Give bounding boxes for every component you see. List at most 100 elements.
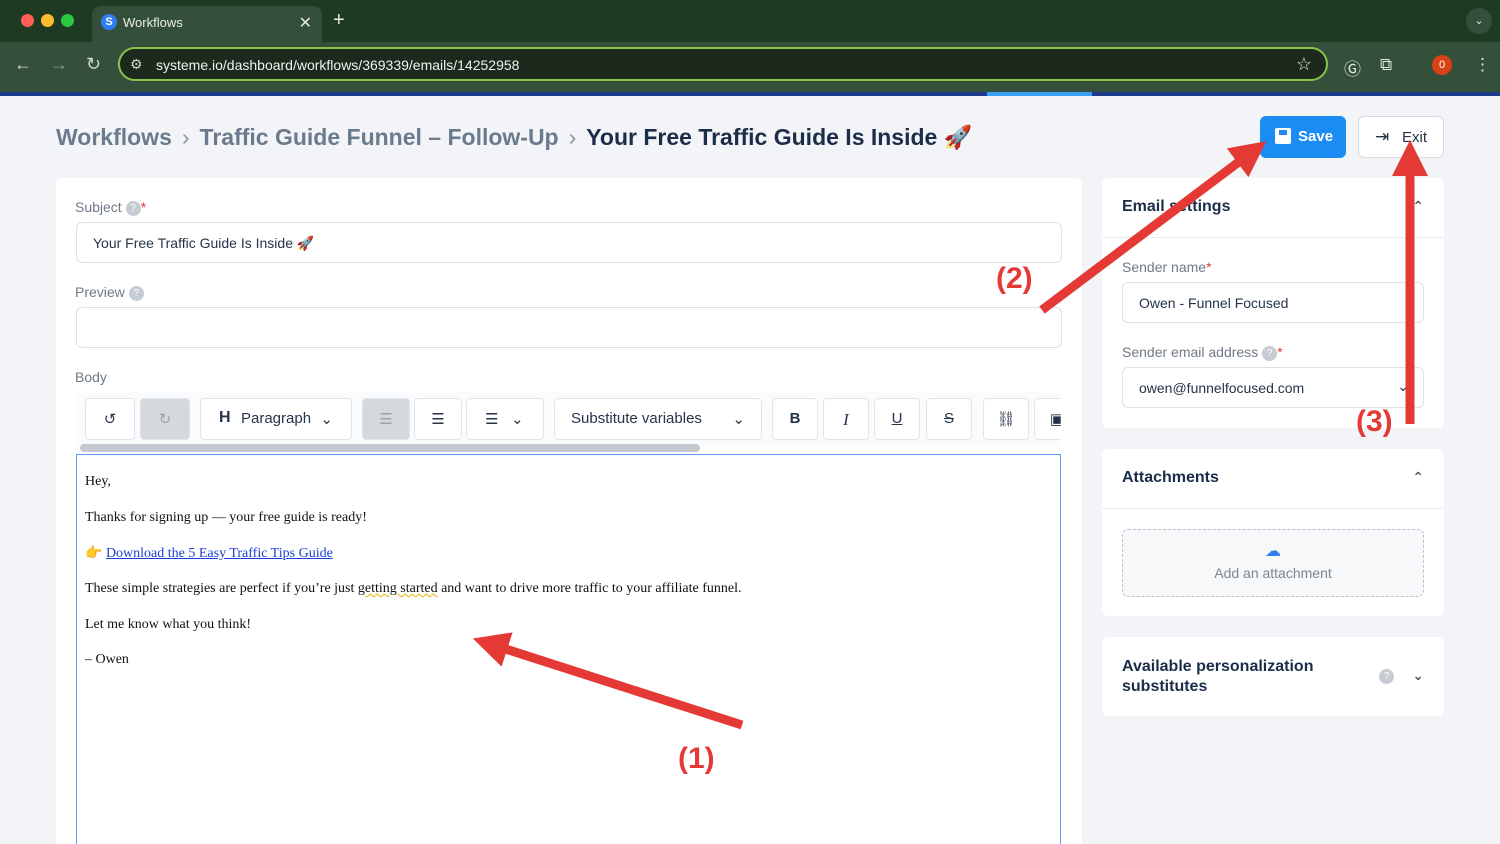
browser-tab[interactable]: S Workflows ✕ [92,6,322,42]
redo-icon: ↻ [158,411,172,428]
breadcrumb: Workflows › Traffic Guide Funnel – Follow-… [56,124,972,151]
exit-icon: ⇥ [1375,127,1390,146]
reload-icon[interactable]: ↻ [86,54,101,75]
bold-button[interactable]: B [772,398,818,440]
sender-email-value: owen@funnelfocused.com [1139,380,1305,396]
breadcrumb-separator-icon: › [568,124,577,150]
add-attachment-dropzone[interactable]: ☁ Add an attachment [1122,529,1424,597]
attachments-title[interactable]: Attachments [1122,469,1219,487]
sender-name-value: Owen - Funnel Focused [1139,295,1289,311]
help-icon[interactable]: ? [128,285,144,301]
body-label: Body [75,369,107,385]
minimize-window-button[interactable] [41,14,54,27]
url-text: systeme.io/dashboard/workflows/369339/em… [156,57,520,73]
preview-label: Preview? [75,284,144,301]
chevron-up-icon[interactable]: ⌃ [1412,469,1424,486]
chevron-down-icon[interactable]: ⌄ [1412,667,1424,684]
annotation-label-2: (2) [996,262,1033,295]
address-bar[interactable]: ⚙ systeme.io/dashboard/workflows/369339/… [118,47,1328,81]
subject-label-text: Subject [75,199,122,215]
redo-button[interactable]: ↻ [140,398,190,440]
menu-dots-icon[interactable]: ⋮ [1474,55,1491,75]
browser-toolbar: ← → ↻ ⚙ systeme.io/dashboard/workflows/3… [0,42,1500,92]
block-format-select[interactable]: H Paragraph ⌄ [200,398,352,440]
required-marker: * [1206,259,1212,275]
help-icon[interactable]: ? [1262,345,1278,361]
body-line: Thanks for signing up — your free guide … [85,510,367,525]
link-button[interactable]: ⛓ [983,398,1029,440]
substitute-variables-label: Substitute variables [571,410,702,427]
editor-toolbar: ↺ ↻ H Paragraph ⌄ ☰ ☰ ☰ ⌄ Substitute var… [76,392,1061,446]
maximize-window-button[interactable] [61,14,74,27]
breadcrumb-separator-icon: › [181,124,190,150]
heading-icon: H [219,409,231,426]
personalization-title: Available personalization substitutes [1122,657,1313,697]
bookmark-star-icon[interactable]: ☆ [1296,54,1312,75]
favicon-icon: S [101,14,117,30]
new-tab-icon[interactable]: + [333,9,345,32]
image-icon: ▣ [1049,411,1061,428]
save-icon [1275,128,1291,144]
annotation-label-1: (1) [678,742,715,775]
breadcrumb-workflows[interactable]: Workflows [56,124,172,150]
subject-input[interactable]: Your Free Traffic Guide Is Inside 🚀 [76,222,1062,263]
body-text: and want to drive more traffic to your a… [437,581,742,596]
undo-button[interactable]: ↺ [85,398,135,440]
tab-search-icon[interactable]: ⌄ [1466,8,1492,34]
strikethrough-icon: S [943,410,954,427]
body-link-line: 👉 Download the 5 Easy Traffic Tips Guide [85,545,333,562]
preview-input[interactable] [76,307,1062,348]
tab-title: Workflows [123,15,183,30]
grammarly-extension-icon[interactable]: Ⓖ [1344,55,1361,80]
image-button[interactable]: ▣ [1034,398,1061,440]
divider [1102,508,1444,509]
breadcrumb-funnel[interactable]: Traffic Guide Funnel – Follow-Up [200,124,559,150]
guide-download-link[interactable]: Download the 5 Easy Traffic Tips Guide [106,546,333,561]
subject-value: Your Free Traffic Guide Is Inside 🚀 [93,235,315,251]
chevron-down-icon: ⌄ [732,411,745,428]
add-attachment-label: Add an attachment [1214,565,1332,581]
exit-button[interactable]: ⇥ Exit [1358,116,1444,158]
personalization-card[interactable]: Available personalization substitutes ? … [1102,637,1444,716]
sender-email-select[interactable]: owen@funnelfocused.com ⌄ [1122,367,1424,408]
bold-icon: B [789,410,801,427]
help-icon[interactable]: ? [125,200,141,216]
extensions-icon[interactable]: ⧉ [1380,55,1392,75]
close-tab-icon[interactable]: ✕ [299,13,312,33]
align-select[interactable]: ☰ ⌄ [466,398,544,440]
page-header-bar [0,92,1500,96]
italic-button[interactable]: I [823,398,869,440]
chevron-up-icon[interactable]: ⌃ [1412,198,1424,215]
outdent-button[interactable]: ☰ [362,398,410,440]
link-icon: ⛓ [996,411,1016,428]
forward-icon[interactable]: → [50,54,68,75]
underline-button[interactable]: U [874,398,920,440]
chevron-down-icon: ⌄ [511,411,524,428]
email-settings-title[interactable]: Email settings [1122,198,1230,216]
close-window-button[interactable] [21,14,34,27]
save-button[interactable]: Save [1260,116,1346,158]
substitute-variables-select[interactable]: Substitute variables ⌄ [554,398,762,440]
exit-label: Exit [1402,129,1428,146]
annotation-label-3: (3) [1356,405,1393,438]
outdent-icon: ☰ [379,411,393,428]
sender-name-input[interactable]: Owen - Funnel Focused [1122,282,1424,323]
toolbar-scrollbar[interactable] [80,444,700,452]
upload-cloud-icon: ☁ [1265,543,1281,560]
indent-button[interactable]: ☰ [414,398,462,440]
sender-email-label: Sender email address? * [1122,344,1283,361]
strikethrough-button[interactable]: S [926,398,972,440]
attachments-card: Attachments ⌃ ☁ Add an attachment [1102,449,1444,616]
block-format-value: Paragraph [241,410,312,427]
body-line: – Owen [85,652,129,667]
back-icon[interactable]: ← [14,54,32,75]
help-icon[interactable]: ? [1379,669,1394,684]
underline-icon: U [891,410,903,427]
preview-label-text: Preview [75,284,125,300]
site-info-icon[interactable]: ⚙ [130,56,143,73]
body-text: These simple strategies are perfect if y… [85,581,358,596]
profile-avatar[interactable]: 0 [1432,55,1452,75]
email-body-editor[interactable]: Hey, Thanks for signing up — your free g… [76,454,1061,844]
required-marker: * [140,199,147,215]
body-line: Hey, [85,474,111,489]
